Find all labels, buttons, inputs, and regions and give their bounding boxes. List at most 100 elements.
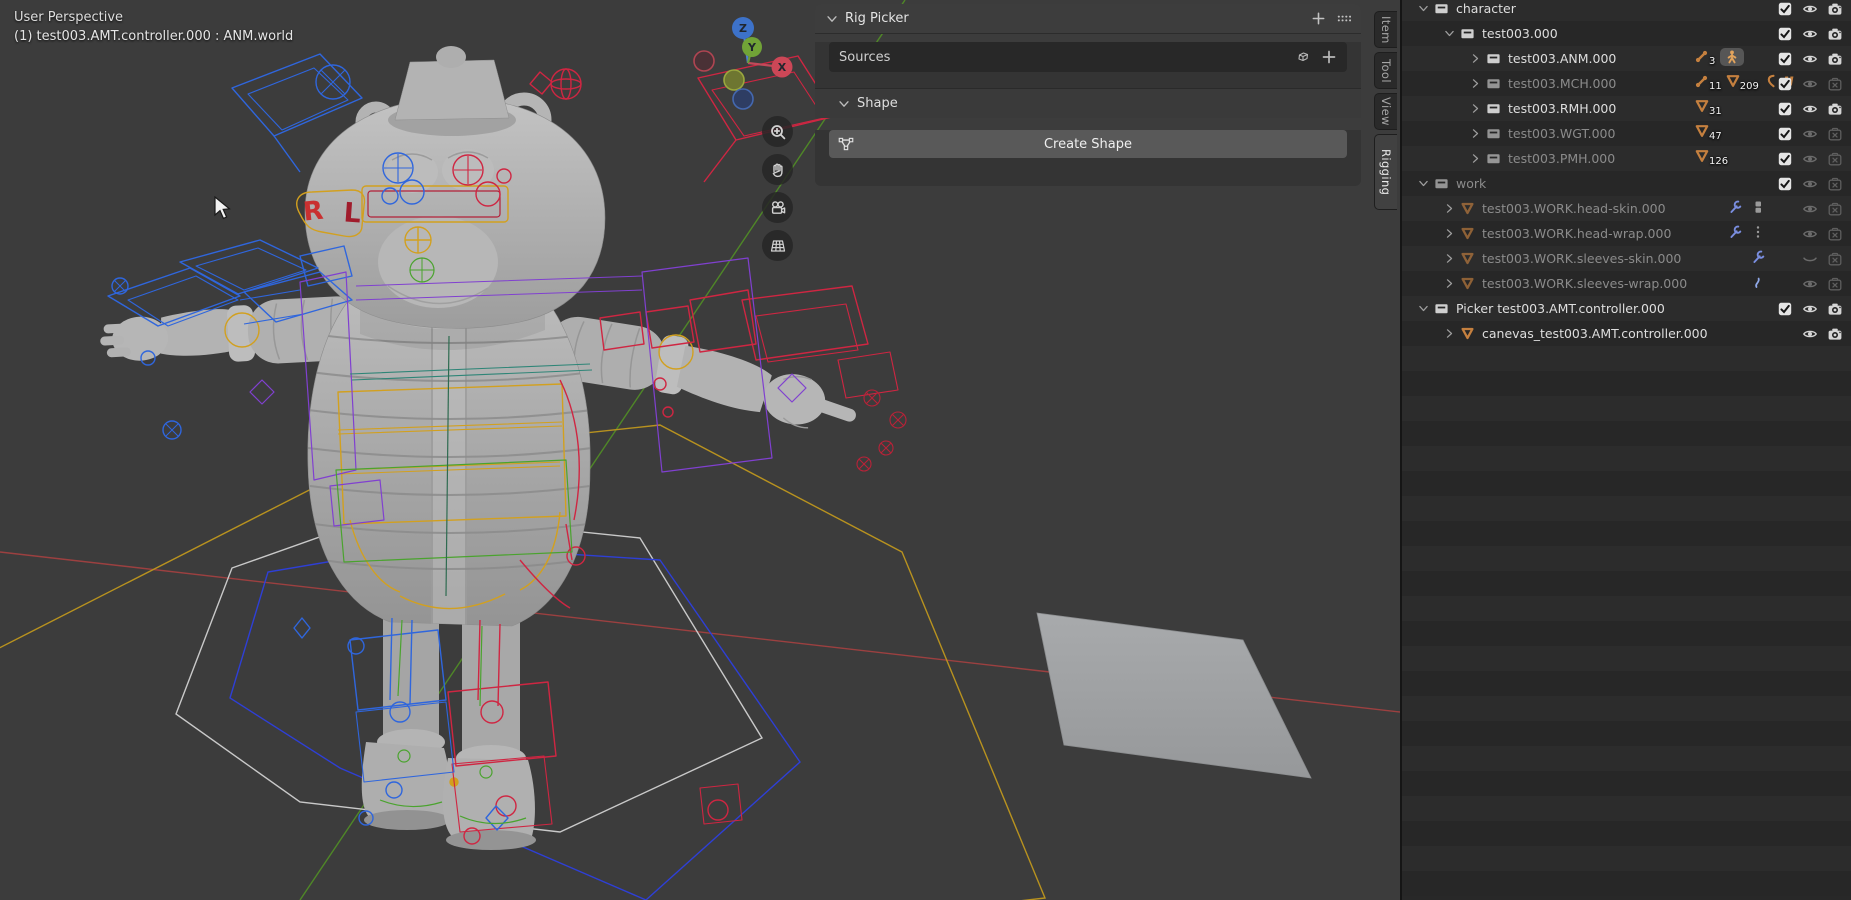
exclude-checkbox[interactable] bbox=[1776, 75, 1793, 92]
picker-plane-object[interactable] bbox=[1037, 613, 1311, 778]
eye-icon[interactable] bbox=[1801, 75, 1818, 92]
outliner-row[interactable]: test003.RMH.00031 bbox=[1402, 96, 1851, 121]
eye-icon[interactable] bbox=[1801, 50, 1818, 67]
outliner-item-label[interactable]: test003.WORK.head-wrap.000 bbox=[1482, 226, 1671, 241]
chevron-down-icon[interactable] bbox=[1440, 26, 1458, 42]
eye-icon[interactable] bbox=[1801, 150, 1818, 167]
render-camera-icon[interactable] bbox=[1826, 100, 1843, 117]
render-camera-icon[interactable] bbox=[1826, 125, 1843, 142]
chevron-right-icon[interactable] bbox=[1440, 276, 1458, 292]
outliner-item-label[interactable]: test003.PMH.000 bbox=[1508, 151, 1615, 166]
exclude-checkbox[interactable] bbox=[1776, 25, 1793, 42]
gizmo-neg-x-ball[interactable] bbox=[694, 51, 714, 71]
chevron-right-icon[interactable] bbox=[1466, 151, 1484, 167]
outliner-item-label[interactable]: work bbox=[1456, 176, 1486, 191]
chevron-down-icon[interactable] bbox=[1414, 176, 1432, 192]
outliner-item-label[interactable]: character bbox=[1456, 1, 1516, 16]
shape-section-header[interactable]: Shape bbox=[815, 88, 1361, 118]
outliner-item-label[interactable]: test003.WORK.head-skin.000 bbox=[1482, 201, 1666, 216]
tab-view[interactable]: View bbox=[1374, 93, 1397, 130]
zoom-button[interactable] bbox=[762, 116, 793, 147]
gizmo-neg-y-ball[interactable] bbox=[724, 70, 744, 90]
render-camera-icon[interactable] bbox=[1826, 150, 1843, 167]
tab-tool[interactable]: Tool bbox=[1374, 52, 1397, 89]
grid-ortho-button[interactable] bbox=[762, 230, 793, 261]
outliner-item-label[interactable]: test003.MCH.000 bbox=[1508, 76, 1616, 91]
chevron-right-icon[interactable] bbox=[1440, 226, 1458, 242]
outliner-item-label[interactable]: test003.WORK.sleeves-skin.000 bbox=[1482, 251, 1681, 266]
chevron-right-icon[interactable] bbox=[1440, 326, 1458, 342]
outliner-item-label[interactable]: canevas_test003.AMT.controller.000 bbox=[1482, 326, 1708, 341]
eye-icon[interactable] bbox=[1801, 325, 1818, 342]
exclude-checkbox[interactable] bbox=[1776, 50, 1793, 67]
tab-item[interactable]: Item bbox=[1374, 11, 1397, 48]
pan-button[interactable] bbox=[762, 154, 793, 185]
plus-icon[interactable] bbox=[1321, 49, 1337, 65]
outliner-item-label[interactable]: test003.ANM.000 bbox=[1508, 51, 1616, 66]
outliner-item-label[interactable]: Picker test003.AMT.controller.000 bbox=[1456, 301, 1665, 316]
eye-icon[interactable] bbox=[1801, 225, 1818, 242]
outliner-row[interactable]: test003.WORK.sleeves-skin.000 bbox=[1402, 246, 1851, 271]
chevron-right-icon[interactable] bbox=[1440, 201, 1458, 217]
exclude-checkbox[interactable] bbox=[1776, 125, 1793, 142]
chevron-right-icon[interactable] bbox=[1466, 126, 1484, 142]
render-camera-icon[interactable] bbox=[1826, 25, 1843, 42]
outliner-item-label[interactable]: test003.WGT.000 bbox=[1508, 126, 1615, 141]
outliner-row[interactable]: canevas_test003.AMT.controller.000 bbox=[1402, 321, 1851, 346]
eye-icon[interactable] bbox=[1801, 175, 1818, 192]
exclude-checkbox[interactable] bbox=[1776, 150, 1793, 167]
outliner-row[interactable]: test003.WORK.head-skin.000 bbox=[1402, 196, 1851, 221]
eye-icon[interactable] bbox=[1801, 275, 1818, 292]
3d-viewport[interactable]: R L bbox=[0, 0, 1400, 900]
outliner-row[interactable]: test003.000 bbox=[1402, 21, 1851, 46]
outliner-row[interactable]: character bbox=[1402, 0, 1851, 21]
outliner-row[interactable]: test003.MCH.00011209 bbox=[1402, 71, 1851, 96]
chevron-right-icon[interactable] bbox=[1440, 251, 1458, 267]
outliner-row[interactable]: test003.WORK.head-wrap.000 bbox=[1402, 221, 1851, 246]
outliner-row[interactable]: test003.ANM.0003 bbox=[1402, 46, 1851, 71]
render-camera-icon[interactable] bbox=[1826, 250, 1843, 267]
chevron-right-icon[interactable] bbox=[1466, 101, 1484, 117]
eye-icon[interactable] bbox=[1801, 125, 1818, 142]
chevron-right-icon[interactable] bbox=[1466, 76, 1484, 92]
chevron-right-icon[interactable] bbox=[1466, 51, 1484, 67]
eye-icon[interactable] bbox=[1801, 0, 1818, 17]
exclude-checkbox[interactable] bbox=[1776, 175, 1793, 192]
render-camera-icon[interactable] bbox=[1826, 325, 1843, 342]
exclude-checkbox[interactable] bbox=[1776, 100, 1793, 117]
render-camera-icon[interactable] bbox=[1826, 275, 1843, 292]
exclude-checkbox[interactable] bbox=[1776, 300, 1793, 317]
outliner-item-label[interactable]: test003.000 bbox=[1482, 26, 1558, 41]
eye-closed-icon[interactable] bbox=[1801, 250, 1818, 267]
render-camera-icon[interactable] bbox=[1826, 75, 1843, 92]
chevron-down-icon[interactable] bbox=[1414, 301, 1432, 317]
outliner-item-label[interactable]: test003.WORK.sleeves-wrap.000 bbox=[1482, 276, 1687, 291]
panel-options-button[interactable] bbox=[1336, 11, 1351, 26]
outliner-row[interactable]: test003.WORK.sleeves-wrap.000 bbox=[1402, 271, 1851, 296]
eye-icon[interactable] bbox=[1801, 200, 1818, 217]
eye-icon[interactable] bbox=[1801, 25, 1818, 42]
outliner-panel[interactable]: charactertest003.000test003.ANM.0003test… bbox=[1400, 0, 1851, 900]
render-camera-icon[interactable] bbox=[1826, 300, 1843, 317]
outliner-row[interactable]: test003.PMH.000126 bbox=[1402, 146, 1851, 171]
render-camera-icon[interactable] bbox=[1826, 175, 1843, 192]
render-camera-icon[interactable] bbox=[1826, 0, 1843, 17]
render-camera-icon[interactable] bbox=[1826, 225, 1843, 242]
create-shape-button[interactable]: Create Shape bbox=[829, 130, 1347, 158]
chevron-down-icon[interactable] bbox=[1414, 1, 1432, 17]
render-camera-icon[interactable] bbox=[1826, 50, 1843, 67]
outliner-row[interactable]: work bbox=[1402, 171, 1851, 196]
eye-icon[interactable] bbox=[1801, 100, 1818, 117]
outliner-row[interactable]: Picker test003.AMT.controller.000 bbox=[1402, 296, 1851, 321]
exclude-checkbox[interactable] bbox=[1776, 0, 1793, 17]
outliner-row[interactable]: test003.WGT.00047 bbox=[1402, 121, 1851, 146]
eye-icon[interactable] bbox=[1801, 300, 1818, 317]
add-panel-button[interactable] bbox=[1311, 11, 1326, 26]
outliner-item-label[interactable]: test003.RMH.000 bbox=[1508, 101, 1616, 116]
rig-picker-panel-header[interactable]: Rig Picker bbox=[815, 4, 1361, 34]
sources-field[interactable]: Sources bbox=[829, 42, 1347, 72]
navigation-gizmo[interactable]: Z Y X bbox=[676, 6, 806, 118]
tab-rigging[interactable]: Rigging bbox=[1374, 134, 1397, 210]
render-camera-icon[interactable] bbox=[1826, 200, 1843, 217]
camera-view-button[interactable] bbox=[762, 192, 793, 223]
